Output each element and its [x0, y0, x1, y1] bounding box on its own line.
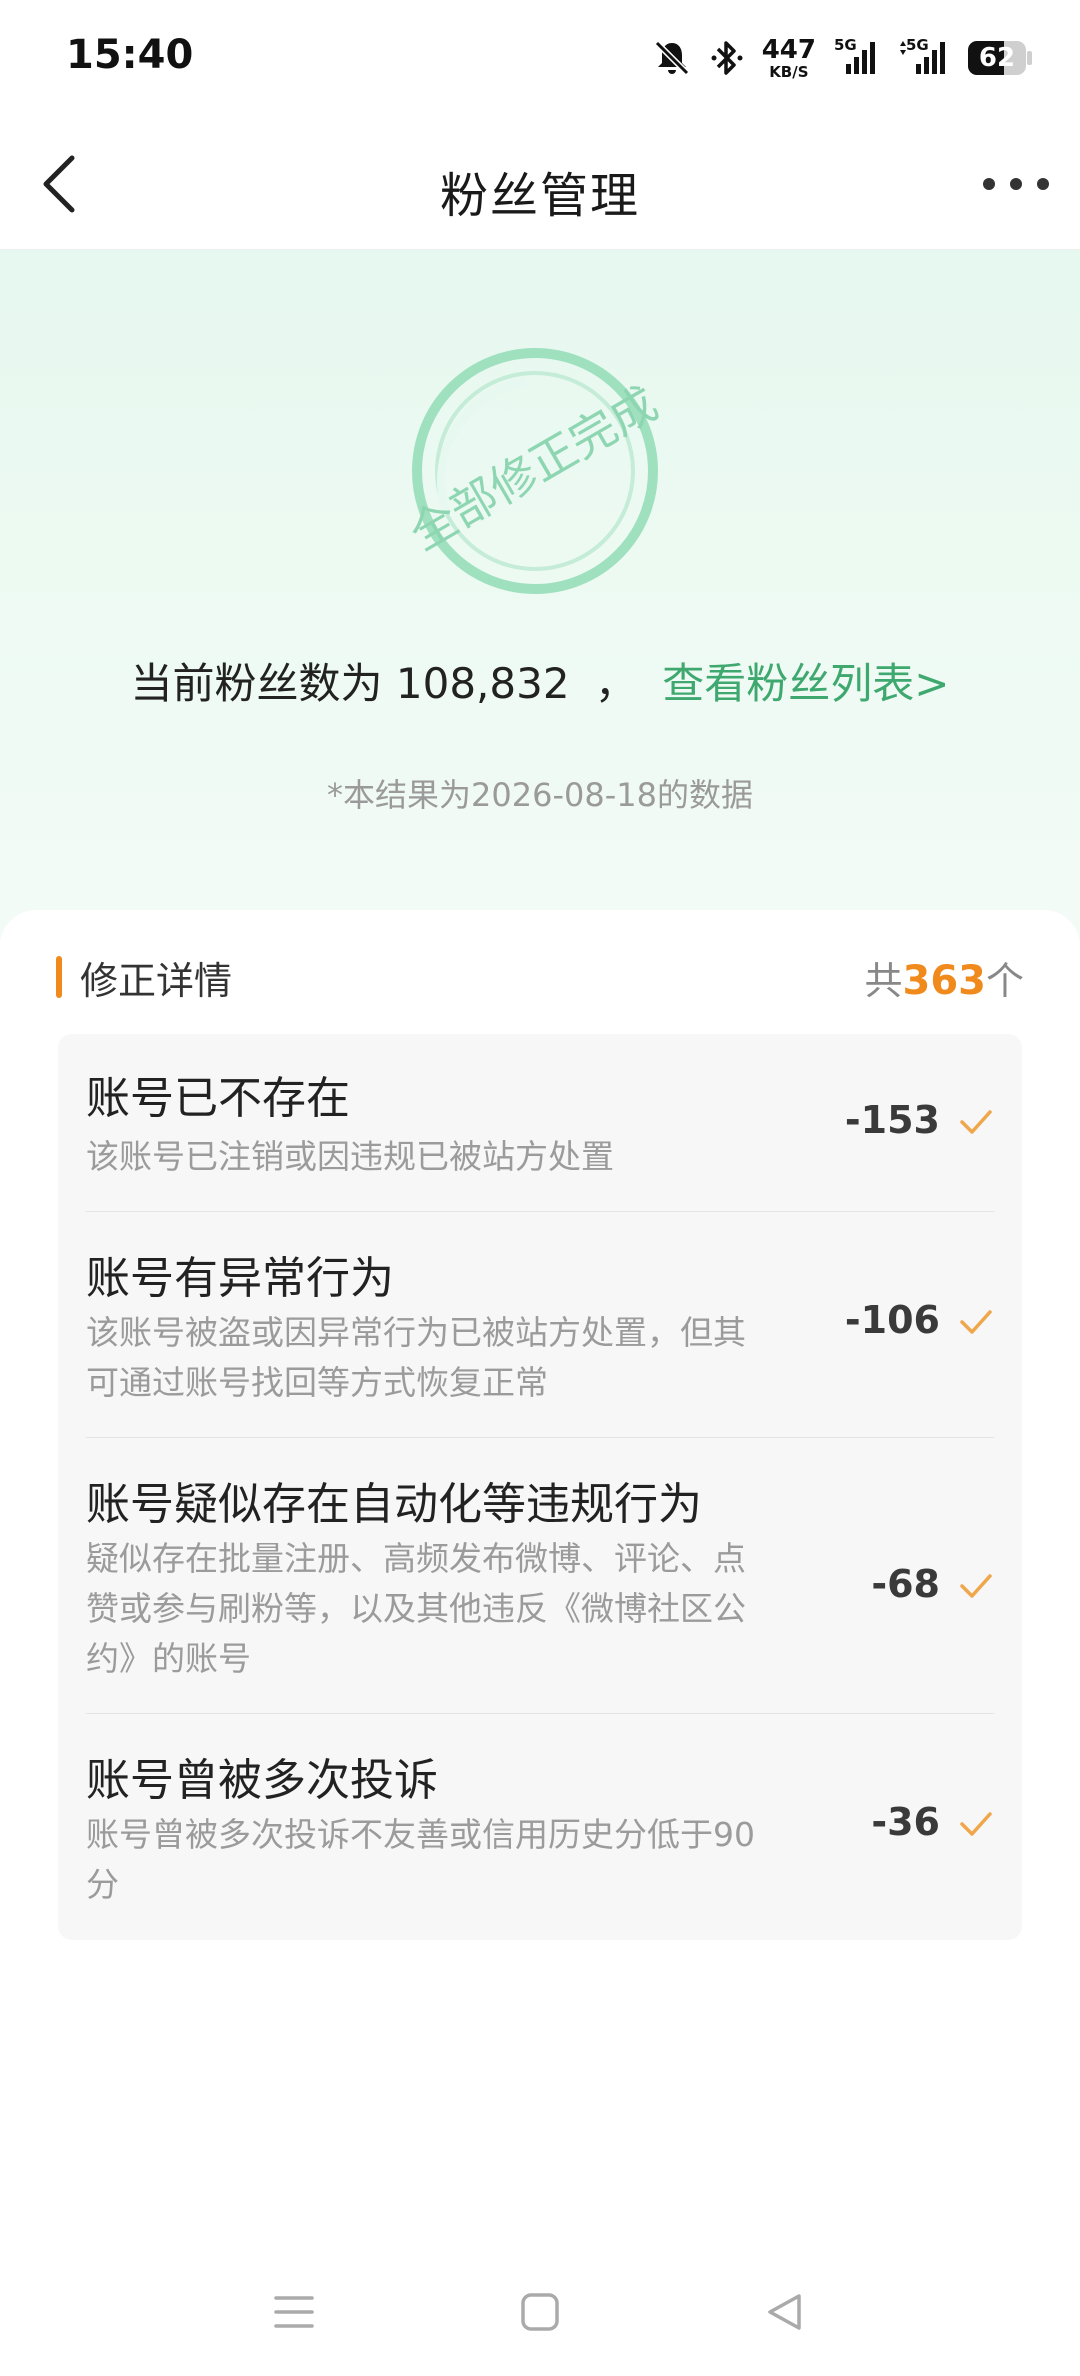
item-value: -36 [871, 1800, 940, 1844]
signal-icon: 5G [898, 36, 950, 78]
item-description: 账号曾被多次投诉不友善或信用历史分低于90 分 [86, 1810, 786, 1910]
details-list: 账号已不存在 该账号已注销或因违规已被站方处置 -153 账号有异常行为 该账号… [58, 1034, 1022, 1940]
item-title: 账号有异常行为 [86, 1253, 394, 1304]
details-title: 修正详情 [80, 959, 233, 1003]
back-triangle-icon [768, 2294, 801, 2330]
item-description-line: 可通过账号找回等方式恢复正常 [86, 1363, 548, 1402]
list-item: 账号有异常行为 该账号被盗或因异常行为已被站方处置，但其 可通过账号找回等方式恢… [86, 1212, 994, 1438]
recent-apps-button[interactable] [264, 2282, 324, 2342]
item-description: 该账号被盗或因异常行为已被站方处置，但其 可通过账号找回等方式恢复正常 [86, 1308, 786, 1408]
details-header: 修正详情 共363个 [56, 950, 1024, 1005]
header-accent-bar [56, 956, 62, 998]
battery-icon: 62 [968, 41, 1032, 75]
check-icon [960, 1812, 992, 1836]
item-value: -153 [844, 1098, 940, 1142]
item-value: -68 [871, 1562, 940, 1606]
completion-stamp: 全部修正完成 [406, 348, 664, 594]
status-bar: 15:40 447 KB/S 5G 5G 62 [0, 0, 1080, 118]
bell-mute-icon [652, 38, 692, 78]
item-description-line: 账号曾被多次投诉不友善或信用历史分低于90 [86, 1815, 755, 1854]
nav-bar: 粉丝管理 [0, 118, 1080, 250]
item-title: 账号疑似存在自动化等违规行为 [86, 1479, 702, 1530]
summary-prefix: 当前粉丝数为 [130, 659, 383, 708]
follower-count: 108,832 [395, 659, 570, 708]
check-icon [960, 1574, 992, 1598]
item-description-line: 疑似存在批量注册、高频发布微博、评论、点 [86, 1539, 746, 1578]
bluetooth-icon [710, 38, 744, 78]
check-icon [960, 1110, 992, 1134]
summary-hero: 全部修正完成 当前粉丝数为 108,832 ， 查看粉丝列表> *本结果为202… [0, 250, 1080, 940]
home-button[interactable] [510, 2282, 570, 2342]
correction-details-card: 修正详情 共363个 账号已不存在 该账号已注销或因违规已被站方处置 -153 … [0, 910, 1080, 2210]
fan-management-page: 15:40 447 KB/S 5G 5G 62 粉丝管理 全部修正完成 当前粉丝… [0, 0, 1080, 2376]
more-button[interactable] [976, 156, 1056, 212]
status-icons: 447 KB/S 5G 5G 62 [652, 36, 1032, 80]
more-dots-icon [983, 178, 1049, 190]
total-suffix: 个 [985, 959, 1024, 1003]
item-description-line: 约》的账号 [86, 1639, 251, 1678]
total-prefix: 共 [864, 959, 903, 1003]
status-time: 15:40 [66, 32, 194, 78]
item-value: -106 [844, 1298, 940, 1342]
item-description-line: 该账号已注销或因违规已被站方处置 [86, 1137, 614, 1176]
home-square-icon [521, 2293, 559, 2331]
item-description-line: 赞或参与刷粉等，以及其他违反《微博社区公 [86, 1589, 746, 1628]
summary-separator: ， [594, 659, 637, 708]
system-nav-bar [0, 2260, 1080, 2376]
item-description-line: 分 [86, 1865, 119, 1904]
total-count: 363 [902, 958, 986, 1004]
follower-summary: 当前粉丝数为 108,832 ， 查看粉丝列表> [0, 650, 1080, 711]
item-description-line: 该账号被盗或因异常行为已被站方处置，但其 [86, 1313, 746, 1352]
item-title: 账号曾被多次投诉 [86, 1755, 438, 1806]
network-speed: 447 KB/S [762, 37, 816, 80]
details-total: 共363个 [864, 950, 1024, 1005]
check-icon [960, 1310, 992, 1334]
item-description: 疑似存在批量注册、高频发布微博、评论、点 赞或参与刷粉等，以及其他违反《微博社区… [86, 1534, 786, 1684]
battery-level: 62 [978, 43, 1016, 73]
item-description: 该账号已注销或因违规已被站方处置 [86, 1132, 786, 1182]
menu-icon [274, 2296, 314, 2328]
list-item: 账号曾被多次投诉 账号曾被多次投诉不友善或信用历史分低于90 分 -36 [86, 1714, 994, 1940]
signal-icon: 5G [834, 36, 880, 78]
follower-list-link[interactable]: 查看粉丝列表> [662, 659, 949, 708]
network-speed-unit: KB/S [769, 62, 809, 81]
system-back-button[interactable] [754, 2282, 814, 2342]
item-title: 账号已不存在 [86, 1073, 350, 1124]
network-speed-value: 447 [761, 34, 816, 65]
list-item: 账号已不存在 该账号已注销或因违规已被站方处置 -153 [86, 1034, 994, 1212]
data-date-note: *本结果为2026-08-18的数据 [327, 776, 753, 814]
page-title: 粉丝管理 [439, 168, 640, 224]
list-item: 账号疑似存在自动化等违规行为 疑似存在批量注册、高频发布微博、评论、点 赞或参与… [86, 1438, 994, 1714]
